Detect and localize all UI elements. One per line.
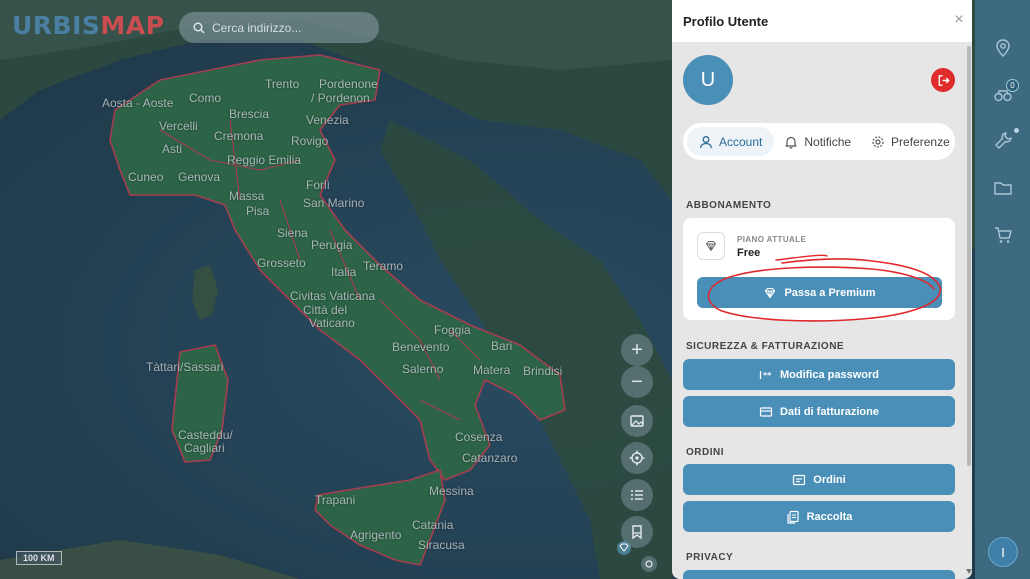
right-toolbar: 0 xyxy=(975,0,1030,579)
rail-user-avatar[interactable]: I xyxy=(988,537,1018,567)
zoom-out-label: − xyxy=(631,370,643,393)
rail-badge: 0 xyxy=(1006,79,1019,92)
map-scale: 100 KM xyxy=(16,551,62,565)
search-input[interactable] xyxy=(212,20,372,35)
gear-icon xyxy=(872,135,884,148)
wrench-icon xyxy=(995,132,1012,149)
orders-section-label: ORDINI xyxy=(686,447,724,458)
zoom-in-label: + xyxy=(631,338,643,361)
layer-image-button[interactable] xyxy=(621,405,653,437)
tab-notifications-label: Notifiche xyxy=(804,134,852,149)
app-logo: URBISMAP xyxy=(12,11,164,40)
user-icon xyxy=(699,135,713,148)
logout-button[interactable] xyxy=(931,68,955,92)
panel-scrollbar[interactable] xyxy=(967,46,971,466)
logo-part-1: URBIS xyxy=(12,11,101,40)
security-section-label: SICUREZZA & FATTURAZIONE xyxy=(686,341,845,352)
close-button[interactable]: × xyxy=(952,12,966,28)
map-pin-icon xyxy=(996,39,1010,57)
search-bar[interactable] xyxy=(179,12,379,43)
orders-label: Ordini xyxy=(813,473,846,486)
settings-dot-icon xyxy=(645,560,653,568)
rail-binoculars-button[interactable]: 0 xyxy=(993,79,1019,105)
annotation-circle xyxy=(707,254,942,322)
tab-preferences-label: Preferenze xyxy=(891,134,950,149)
zoom-in-button[interactable]: + xyxy=(621,334,653,366)
bookmark-icon xyxy=(632,525,642,540)
rail-location-button[interactable] xyxy=(993,38,1013,58)
change-password-label: Modifica password xyxy=(779,368,880,381)
list-icon xyxy=(631,490,643,500)
bell-icon xyxy=(785,136,797,149)
receipt-icon xyxy=(793,474,806,485)
panel-title: Profilo Utente xyxy=(683,13,769,29)
rail-dot xyxy=(1014,128,1019,133)
list-button[interactable] xyxy=(621,479,653,511)
tab-account[interactable]: Account xyxy=(687,127,775,156)
collection-label: Raccolta xyxy=(806,510,853,523)
profile-panel: Profilo Utente × U Account Notifiche Pre… xyxy=(672,0,972,579)
panel-header: Profilo Utente × xyxy=(672,0,972,42)
change-password-button[interactable]: ** Modifica password xyxy=(683,359,955,390)
map-settings-button[interactable] xyxy=(641,556,657,572)
tab-account-label: Account xyxy=(719,134,763,149)
locate-button[interactable] xyxy=(621,442,653,474)
logout-icon xyxy=(938,74,950,86)
tab-preferences[interactable]: Preferenze xyxy=(861,127,960,156)
orders-button[interactable]: Ordini xyxy=(683,464,955,495)
rail-folder-button[interactable] xyxy=(993,178,1013,198)
premium-map-marker[interactable] xyxy=(617,541,631,555)
rail-cart-button[interactable] xyxy=(993,225,1013,245)
rail-avatar-initial: I xyxy=(1001,544,1005,560)
rail-tools-button[interactable] xyxy=(993,128,1019,151)
logo-part-2: MAP xyxy=(100,11,165,40)
scroll-down-arrow[interactable] xyxy=(966,569,972,574)
folder-icon xyxy=(994,182,1012,195)
tab-notifications[interactable]: Notifiche xyxy=(774,127,861,156)
credit-card-icon xyxy=(759,406,773,417)
subscription-section-label: ABBONAMENTO xyxy=(686,200,772,211)
image-icon xyxy=(630,415,644,427)
plan-label: PIANO ATTUALE xyxy=(737,235,807,244)
profile-tabs: Account Notifiche Preferenze xyxy=(683,123,955,160)
billing-data-label: Dati di fatturazione xyxy=(779,405,879,418)
collection-button[interactable]: Raccolta xyxy=(683,501,955,532)
crosshair-icon xyxy=(629,450,645,466)
documents-icon xyxy=(786,510,799,524)
privacy-button-partial[interactable] xyxy=(683,570,955,579)
billing-data-button[interactable]: Dati di fatturazione xyxy=(683,396,955,427)
cart-icon xyxy=(995,227,1012,243)
user-avatar: U xyxy=(683,55,733,105)
map-tint xyxy=(0,0,672,579)
password-icon: ** xyxy=(759,370,772,380)
diamond-icon xyxy=(619,543,629,552)
zoom-out-button[interactable]: − xyxy=(621,366,653,398)
search-icon xyxy=(193,22,205,33)
rail-badge-count: 0 xyxy=(1010,81,1015,90)
svg-text:**: ** xyxy=(763,371,772,380)
privacy-section-label: PRIVACY xyxy=(686,552,734,563)
avatar-initial: U xyxy=(700,68,716,91)
